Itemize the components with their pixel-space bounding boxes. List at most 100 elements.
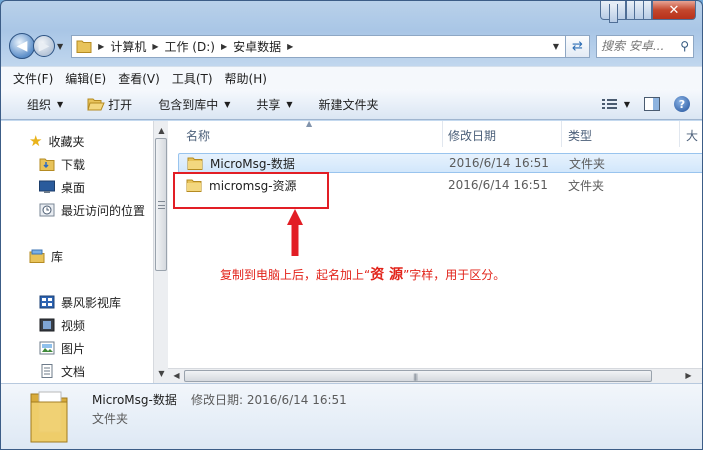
document-icon xyxy=(41,364,53,378)
scroll-up-icon[interactable]: ▲ xyxy=(154,123,169,138)
folder-icon xyxy=(76,40,92,53)
file-date: 2016/6/14 16:51 xyxy=(448,178,548,192)
nav-documents-label: 文档 xyxy=(61,364,86,379)
recent-places-icon xyxy=(39,203,55,217)
forward-arrow-icon: ▶ xyxy=(38,38,50,54)
recent-pages-dropdown[interactable]: ▼ xyxy=(57,42,63,51)
minimize-button[interactable] xyxy=(600,1,626,23)
search-input[interactable] xyxy=(601,39,673,53)
nav-storm-label: 暴风影视库 xyxy=(61,295,122,310)
navigation-pane: ★ 收藏夹 下载 桌面 最近访问的位置 库 暴风影视库 视频 图片 文档 xyxy=(1,121,153,383)
details-file-name: MicroMsg-数据 xyxy=(92,393,177,407)
scroll-right-icon[interactable]: ▶ xyxy=(681,369,696,383)
nav-desktop[interactable]: 桌面 xyxy=(39,177,85,197)
refresh-button[interactable]: ⇄ xyxy=(566,34,590,58)
menu-help[interactable]: 帮助(H) xyxy=(225,70,267,87)
nav-videos[interactable]: 视频 xyxy=(39,315,85,335)
nav-desktop-label: 桌面 xyxy=(61,180,86,195)
video-library-icon xyxy=(39,295,55,309)
open-label: 打开 xyxy=(108,97,133,112)
maximize-icon xyxy=(634,1,644,20)
nav-pictures[interactable]: 图片 xyxy=(39,338,85,358)
file-row[interactable]: MicroMsg-数据 2016/6/14 16:51 文件夹 xyxy=(178,153,702,173)
chevron-down-icon: ▼ xyxy=(623,99,630,109)
help-icon[interactable]: ? xyxy=(674,96,690,112)
search-box[interactable]: ⚲ xyxy=(596,34,694,58)
breadcrumb-computer[interactable]: 计算机 xyxy=(110,38,146,55)
scroll-down-icon[interactable]: ▼ xyxy=(154,366,169,381)
annotation-highlight-box xyxy=(173,172,329,209)
organize-button[interactable]: 组织 ▼ xyxy=(27,96,63,113)
column-header-date[interactable]: 修改日期 xyxy=(448,127,496,144)
nav-favorites[interactable]: ★ 收藏夹 xyxy=(29,131,84,151)
annotation-note: 复制到电脑上后，起名加上“资 源”字样，用于区分。 xyxy=(220,264,505,284)
forward-button[interactable]: ▶ xyxy=(33,35,55,57)
file-date: 2016/6/14 16:51 xyxy=(449,156,549,170)
change-view-button[interactable]: ▼ xyxy=(601,98,630,110)
chevron-down-icon: ▼ xyxy=(286,99,293,109)
nav-favorites-label: 收藏夹 xyxy=(48,134,85,149)
column-divider[interactable] xyxy=(679,121,680,147)
file-type: 文件夹 xyxy=(568,178,605,193)
breadcrumb-separator-icon[interactable]: ▶ xyxy=(221,42,227,51)
share-button[interactable]: 共享 ▼ xyxy=(256,96,292,113)
chevron-down-icon: ▼ xyxy=(224,99,231,109)
breadcrumb-separator-icon[interactable]: ▶ xyxy=(287,42,293,51)
column-divider[interactable] xyxy=(561,121,562,147)
file-name: MicroMsg-数据 xyxy=(210,156,295,171)
include-label: 包含到库中 xyxy=(158,97,219,112)
annotation-text-after: ”字样，用于区分。 xyxy=(403,268,506,282)
address-bar[interactable]: ▶ 计算机 ▶ 工作 (D:) ▶ 安卓数据 ▶ ▼ xyxy=(71,34,566,58)
annotation-text-before: 复制到电脑上后，起名加上“ xyxy=(220,268,371,282)
details-view-icon xyxy=(601,99,617,109)
search-icon[interactable]: ⚲ xyxy=(680,39,689,53)
address-dropdown-icon[interactable]: ▼ xyxy=(547,42,565,51)
organize-label: 组织 xyxy=(27,97,52,112)
window-controls: ✕ xyxy=(600,1,696,23)
nav-storm-video[interactable]: 暴风影视库 xyxy=(39,292,121,312)
column-divider[interactable] xyxy=(442,121,443,147)
horizontal-scrollbar-thumb[interactable]: ||| xyxy=(184,370,652,382)
downloads-folder-icon xyxy=(39,158,55,171)
view-controls: ▼ ? xyxy=(588,96,690,112)
picture-icon xyxy=(39,341,55,355)
nav-downloads-label: 下载 xyxy=(61,157,86,172)
open-button[interactable]: 打开 xyxy=(87,96,132,113)
new-folder-label: 新建文件夹 xyxy=(318,97,379,112)
chevron-down-icon: ▼ xyxy=(57,99,64,109)
menu-tools[interactable]: 工具(T) xyxy=(172,70,213,87)
horizontal-scrollbar[interactable]: ◀ ||| ▶ xyxy=(168,368,702,383)
menu-view[interactable]: 查看(V) xyxy=(118,70,160,87)
breadcrumb-folder[interactable]: 安卓数据 xyxy=(233,38,281,55)
nav-documents[interactable]: 文档 xyxy=(39,361,85,381)
menu-file[interactable]: 文件(F) xyxy=(13,70,53,87)
share-label: 共享 xyxy=(256,97,281,112)
new-folder-button[interactable]: 新建文件夹 xyxy=(319,96,379,113)
details-pane: MicroMsg-数据 修改日期: 2016/6/14 16:51 文件夹 xyxy=(1,383,702,449)
details-file-type: 文件夹 xyxy=(92,412,129,426)
column-header-type[interactable]: 类型 xyxy=(568,127,592,144)
scrollbar-thumb[interactable] xyxy=(155,138,167,271)
column-header-name[interactable]: 名称 xyxy=(186,127,210,144)
back-arrow-icon: ◀ xyxy=(16,38,28,54)
menu-edit[interactable]: 编辑(E) xyxy=(65,70,106,87)
preview-pane-icon[interactable] xyxy=(644,97,660,111)
film-icon xyxy=(39,318,55,332)
nav-recent[interactable]: 最近访问的位置 xyxy=(39,200,145,220)
back-button[interactable]: ◀ xyxy=(9,33,35,59)
breadcrumb-separator-icon[interactable]: ▶ xyxy=(152,42,158,51)
navigation-scrollbar[interactable]: ▲ ▼ xyxy=(153,121,168,383)
scroll-left-icon[interactable]: ◀ xyxy=(169,369,184,383)
breadcrumb-drive[interactable]: 工作 (D:) xyxy=(164,38,214,55)
nav-pictures-label: 图片 xyxy=(61,341,86,356)
include-in-library-button[interactable]: 包含到库中 ▼ xyxy=(158,96,230,113)
maximize-button[interactable] xyxy=(626,1,652,20)
library-icon xyxy=(29,249,45,263)
column-header-size[interactable]: 大 xyxy=(686,127,698,144)
nav-libraries-label: 库 xyxy=(51,249,64,264)
close-button[interactable]: ✕ xyxy=(652,1,696,20)
grip-icon xyxy=(158,201,165,209)
nav-libraries[interactable]: 库 xyxy=(29,246,63,266)
breadcrumb-separator-icon[interactable]: ▶ xyxy=(98,42,104,51)
nav-downloads[interactable]: 下载 xyxy=(39,154,85,174)
